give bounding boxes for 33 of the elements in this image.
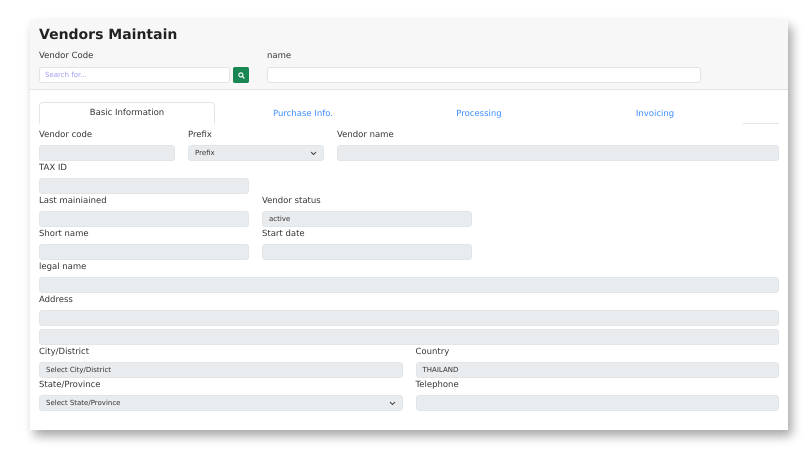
field-label: Country <box>416 347 450 358</box>
input-field[interactable] <box>267 67 701 83</box>
chevron-down-icon <box>388 400 396 406</box>
search-icon <box>238 72 244 78</box>
field-label: Prefix <box>188 130 213 141</box>
input-field[interactable] <box>416 395 779 411</box>
input-field[interactable] <box>39 310 779 326</box>
field-label: Vendor code <box>39 130 94 141</box>
field-label: Vendor name <box>337 130 395 141</box>
input-field[interactable] <box>39 244 249 260</box>
field-label: State/Province <box>39 380 102 391</box>
input-field[interactable] <box>39 277 779 293</box>
field-label: TAX ID <box>39 163 68 174</box>
field-label: Vendor status <box>262 196 322 207</box>
field-label: Address <box>39 295 74 306</box>
field-label: Last mainiained <box>39 196 108 207</box>
field-label: Telephone <box>416 380 460 391</box>
field-label: City/District <box>39 347 90 358</box>
input-field[interactable] <box>39 178 249 194</box>
field-label: Short name <box>39 229 90 240</box>
field-label: name <box>267 51 292 62</box>
search-button[interactable] <box>233 67 249 83</box>
page-title: Vendors Maintain <box>39 27 178 43</box>
input-field[interactable] <box>39 145 175 161</box>
input-field[interactable] <box>262 244 472 260</box>
field-label: legal name <box>39 262 88 273</box>
input-field[interactable] <box>39 211 249 227</box>
chevron-down-icon <box>310 150 317 156</box>
input-field[interactable] <box>39 329 779 345</box>
tab[interactable]: Basic Information <box>39 102 215 124</box>
field-label: Start date <box>262 229 306 240</box>
input-field[interactable] <box>337 145 779 161</box>
field-label: Vendor Code <box>39 51 94 62</box>
